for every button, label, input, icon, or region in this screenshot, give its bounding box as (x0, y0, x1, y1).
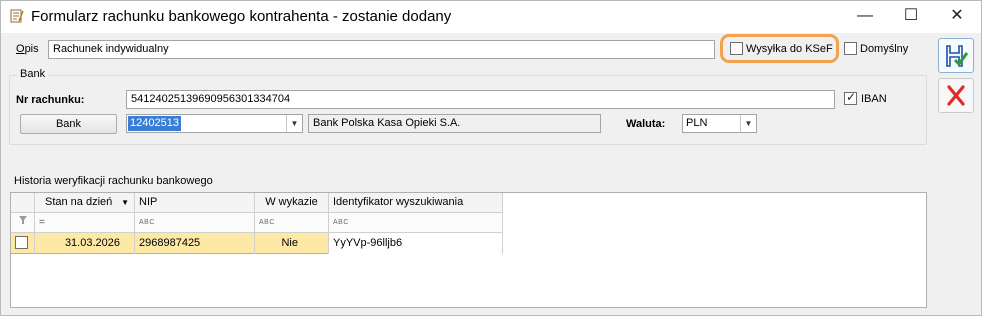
nr-rachunku-label: Nr rachunku: (16, 94, 85, 106)
opis-label-rest: pis (24, 43, 39, 55)
opis-label: Opis (16, 43, 39, 55)
cell-w-wykazie: Nie (255, 233, 329, 254)
bank-code-value: 12402513 (128, 116, 181, 131)
column-header-w-wykazie[interactable]: W wykazie (255, 193, 329, 213)
cell-nip: 2968987425 (135, 233, 255, 254)
dropdown-arrow-icon[interactable]: ▼ (740, 115, 756, 132)
waluta-label: Waluta: (626, 118, 666, 130)
filter-identyfikator[interactable]: ABC (329, 213, 503, 233)
window-title: Formularz rachunku bankowego kontrahenta… (31, 8, 452, 25)
domyslny-checkbox[interactable] (844, 42, 857, 55)
form-app-icon (10, 9, 24, 23)
domyslny-label: Domyślny (860, 43, 909, 55)
bank-name-field: Bank Polska Kasa Opieki S.A. (308, 114, 601, 133)
column-header-stan[interactable]: Stan na dzień ▼ (35, 193, 135, 213)
opis-input[interactable]: Rachunek indywidualny (48, 40, 715, 59)
header-corner (11, 193, 35, 213)
waluta-combo[interactable]: PLN ▼ (682, 114, 757, 133)
column-header-stan-label: Stan na dzień (45, 196, 113, 208)
row-checkbox[interactable] (15, 236, 28, 249)
grid-filter-row: = ABC ABC ABC (11, 213, 503, 233)
cell-identyfikator: YyYVp-96lljb6 (329, 233, 503, 254)
dropdown-arrow-icon[interactable]: ▼ (286, 115, 302, 132)
iban-label: IBAN (861, 93, 887, 105)
wysylka-ksef-checkbox[interactable] (730, 42, 743, 55)
bank-groupbox (9, 75, 927, 145)
grid-header: Stan na dzień ▼ NIP W wykazie Identyfika… (11, 193, 503, 213)
filter-stan[interactable]: = (35, 213, 135, 233)
dialog-window: Formularz rachunku bankowego kontrahenta… (0, 0, 982, 316)
close-button[interactable]: ✕ (934, 1, 980, 33)
nr-rachunku-input[interactable]: 54124025139690956301334704 (126, 90, 835, 109)
cancel-button[interactable] (938, 78, 974, 113)
bank-code-combo[interactable]: 12402513 ▼ (126, 114, 303, 133)
filter-w-wykazie[interactable]: ABC (255, 213, 329, 233)
history-grid: Stan na dzień ▼ NIP W wykazie Identyfika… (10, 192, 927, 308)
minimize-button[interactable]: — (842, 1, 888, 33)
iban-checkbox[interactable] (844, 90, 857, 105)
filter-icon[interactable] (11, 213, 35, 233)
cell-date: 31.03.2026 (35, 233, 135, 254)
filter-nip[interactable]: ABC (135, 213, 255, 233)
sort-desc-icon: ▼ (121, 198, 129, 207)
history-title: Historia weryfikacji rachunku bankowego (14, 175, 213, 187)
column-header-identyfikator[interactable]: Identyfikator wyszukiwania (329, 193, 503, 213)
maximize-button[interactable]: ☐ (888, 1, 934, 33)
save-button[interactable] (938, 38, 974, 73)
bank-group-title: Bank (17, 68, 49, 80)
cancel-icon (939, 85, 973, 115)
wysylka-ksef-label: Wysyłka do KSeF (746, 43, 833, 55)
row-select-cell[interactable] (11, 233, 35, 254)
waluta-value: PLN (686, 117, 708, 129)
bank-button[interactable]: Bank (20, 114, 117, 134)
table-row[interactable]: 31.03.2026 2968987425 Nie YyYVp-96lljb6 (11, 233, 503, 254)
title-bar: Formularz rachunku bankowego kontrahenta… (1, 1, 981, 33)
column-header-nip[interactable]: NIP (135, 193, 255, 213)
save-icon (939, 45, 973, 75)
